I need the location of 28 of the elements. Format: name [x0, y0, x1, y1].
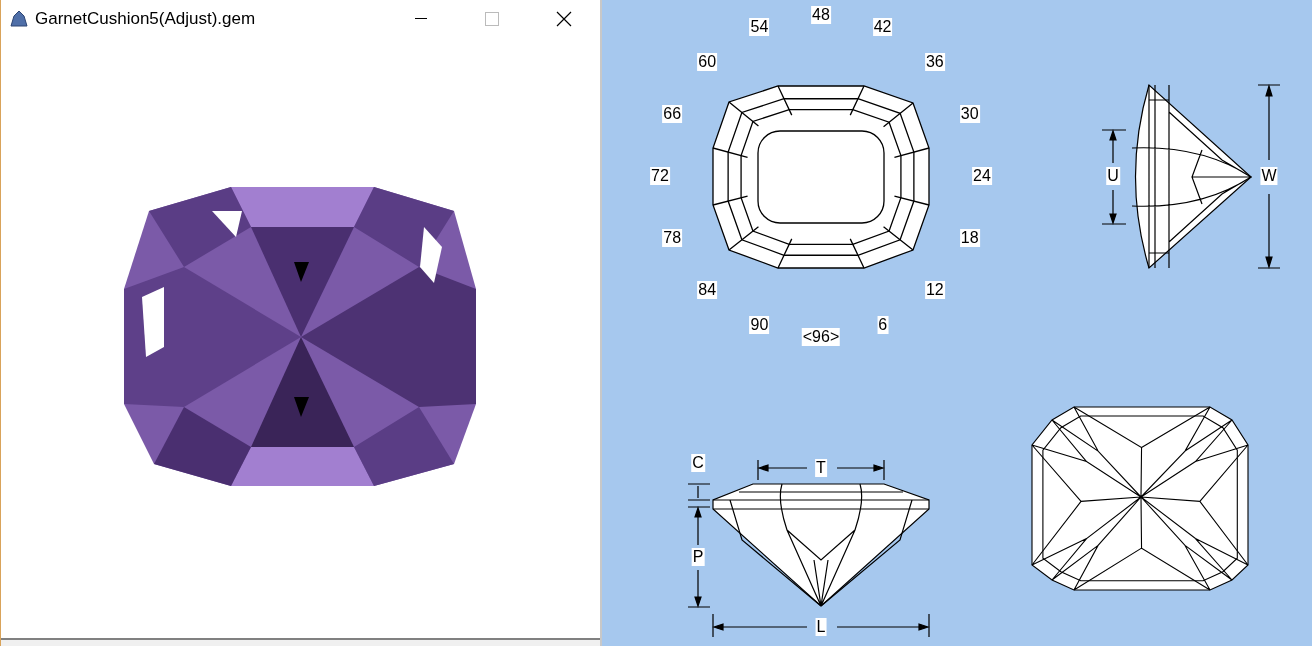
- window-title: GarnetCushion5(Adjust).gem: [35, 8, 256, 31]
- dimension-label: C: [691, 454, 705, 472]
- c-dimension-arrow: [687, 483, 711, 501]
- close-icon: [556, 11, 572, 27]
- index-label: 24: [972, 167, 992, 185]
- index-label: 84: [697, 280, 718, 299]
- index-label: 60: [697, 53, 718, 72]
- index-label: 42: [872, 18, 893, 37]
- index-label: 18: [959, 228, 980, 247]
- maximize-icon: [485, 12, 499, 26]
- index-label: 36: [924, 53, 945, 72]
- index-label: 48: [811, 6, 831, 24]
- dimension-label: U: [1106, 167, 1120, 185]
- index-label: 72: [650, 167, 670, 185]
- index-label: 54: [749, 18, 770, 37]
- minimize-icon: [415, 18, 427, 20]
- dimension-label: T: [815, 459, 827, 477]
- index-label: <96>: [801, 328, 841, 346]
- dimension-label: L: [815, 618, 827, 636]
- gem-app-icon: [9, 10, 29, 28]
- index-label: 78: [662, 228, 683, 247]
- dimension-label: W: [1260, 167, 1278, 185]
- index-label: 66: [662, 105, 683, 124]
- index-label: 30: [959, 105, 980, 124]
- index-label: 6: [877, 315, 889, 334]
- index-label: 12: [924, 280, 945, 299]
- dimension-label: P: [691, 548, 705, 566]
- index-label: 90: [749, 315, 770, 334]
